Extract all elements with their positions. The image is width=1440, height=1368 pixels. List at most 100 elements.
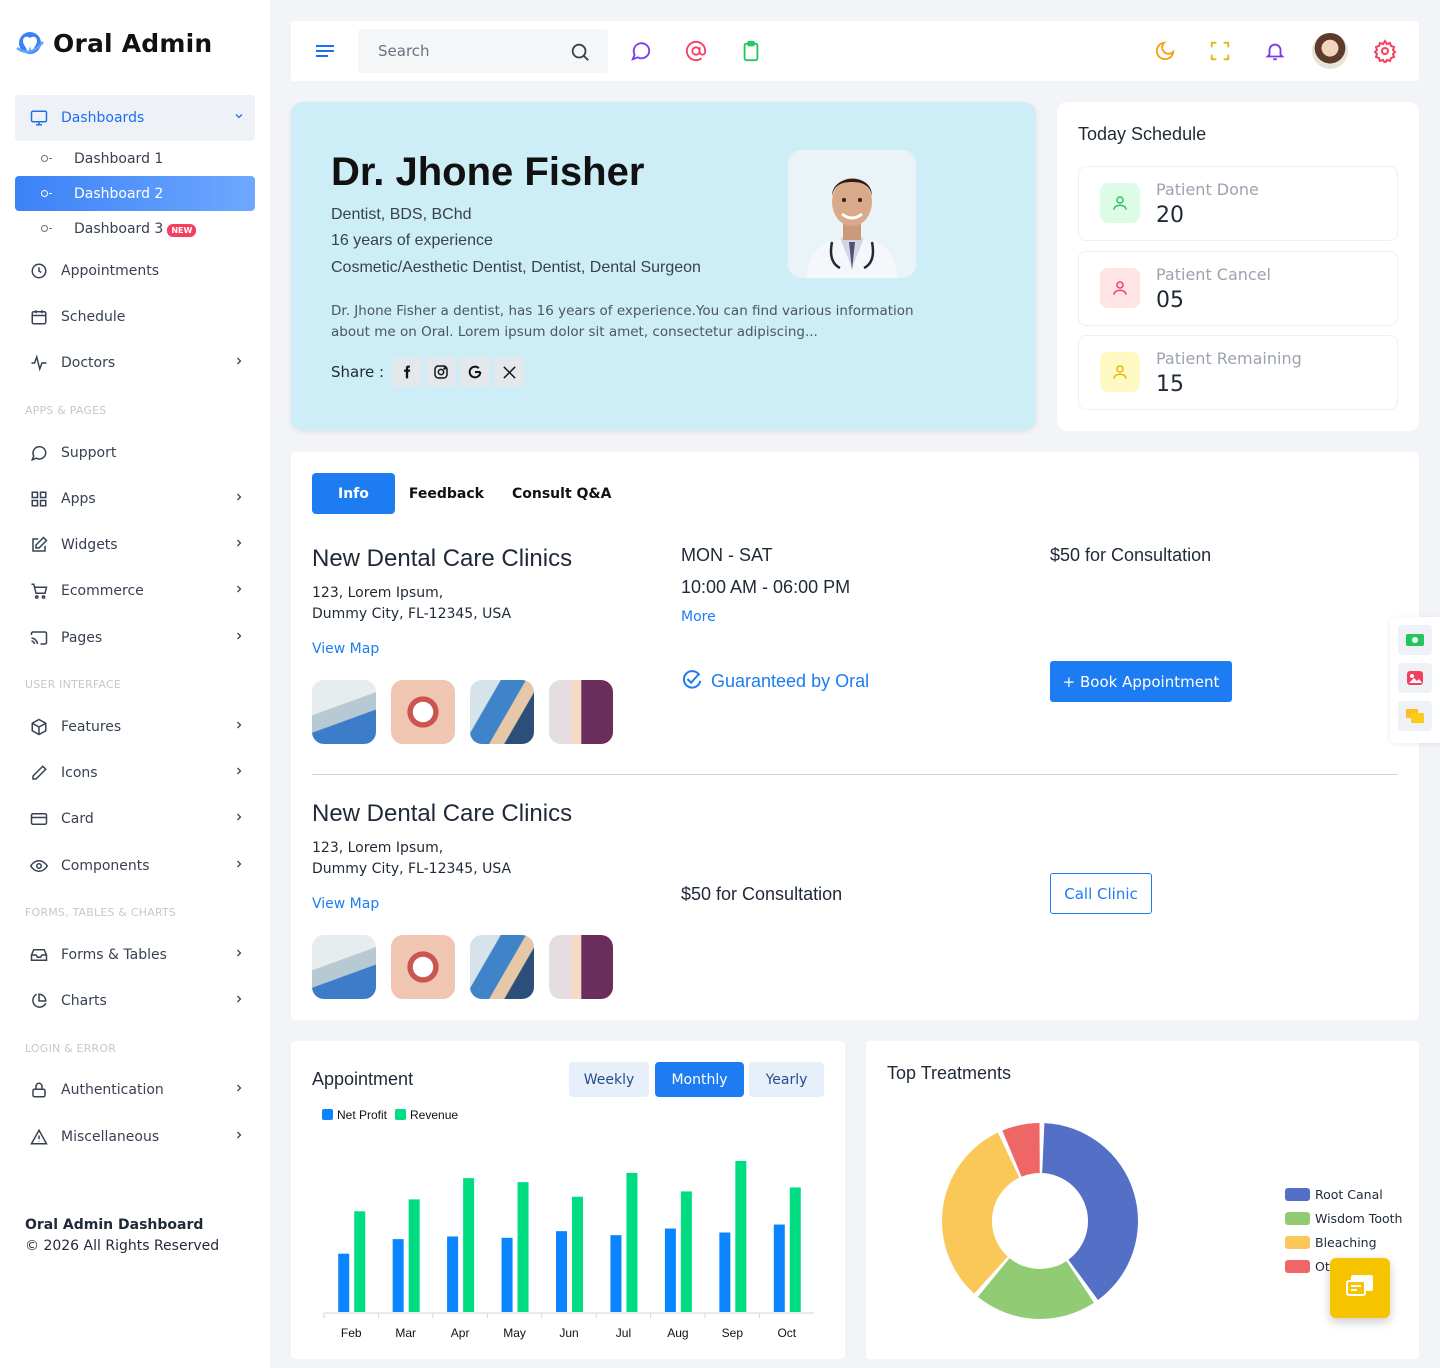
bar-revenue-jun[interactable] bbox=[572, 1196, 583, 1312]
tab-consult-qa[interactable]: Consult Q&A bbox=[498, 473, 625, 514]
user-avatar[interactable] bbox=[1312, 33, 1348, 69]
chevron-right-icon bbox=[233, 947, 245, 963]
section-label-forms: FORMS, TABLES & CHARTS bbox=[25, 906, 177, 919]
fullscreen-icon[interactable] bbox=[1208, 39, 1232, 63]
bar-net-profit-jun[interactable] bbox=[556, 1231, 567, 1312]
clinic-photo[interactable] bbox=[470, 935, 534, 999]
bar-net-profit-feb[interactable] bbox=[338, 1253, 350, 1312]
bar-revenue-feb[interactable] bbox=[354, 1211, 366, 1312]
user-icon bbox=[1100, 352, 1140, 392]
bar-net-profit-apr[interactable] bbox=[447, 1236, 459, 1312]
period-yearly-button[interactable]: Yearly bbox=[749, 1062, 824, 1097]
sidebar-subitem-dashboard-3[interactable]: Dashboard 3 NEW bbox=[15, 211, 255, 246]
bar-net-profit-oct[interactable] bbox=[773, 1224, 785, 1312]
mention-icon[interactable] bbox=[684, 39, 708, 63]
legend-label: Net Profit bbox=[337, 1108, 388, 1122]
sidebar-item-appointments[interactable]: Appointments bbox=[15, 248, 255, 294]
legend-item[interactable]: Revenue bbox=[395, 1108, 458, 1122]
sidebar-item-forms-tables[interactable]: Forms & Tables bbox=[15, 932, 255, 978]
sidebar-subitem-dashboard-1[interactable]: Dashboard 1 bbox=[15, 141, 255, 176]
clinic-address-line1: 123, Lorem Ipsum, bbox=[312, 840, 444, 856]
sidebar-item-schedule[interactable]: Schedule bbox=[15, 294, 255, 340]
bar-net-profit-jul[interactable] bbox=[610, 1235, 622, 1312]
lock-icon bbox=[29, 1080, 49, 1100]
search-icon[interactable] bbox=[569, 41, 591, 68]
clinic-photo[interactable] bbox=[312, 935, 376, 999]
bar-net-profit-may[interactable] bbox=[501, 1237, 513, 1312]
x-tick-label: Feb bbox=[341, 1326, 362, 1340]
message-circle-icon bbox=[29, 443, 49, 463]
search-input[interactable] bbox=[358, 29, 548, 73]
clinic-photo[interactable] bbox=[391, 680, 455, 744]
x-tick-label: Oct bbox=[777, 1326, 796, 1340]
messages-icon[interactable] bbox=[1398, 701, 1432, 731]
cash-icon[interactable] bbox=[1398, 625, 1432, 655]
instagram-icon[interactable] bbox=[426, 357, 457, 387]
sidebar-item-dashboards[interactable]: Dashboards bbox=[15, 95, 255, 141]
legend-item[interactable]: Bleaching bbox=[1285, 1230, 1402, 1254]
sidebar-item-apps[interactable]: Apps bbox=[15, 476, 255, 522]
gear-icon[interactable] bbox=[1373, 39, 1397, 63]
bar-revenue-may[interactable] bbox=[517, 1182, 529, 1312]
sidebar-item-ecommerce[interactable]: Ecommerce bbox=[15, 568, 255, 614]
bar-revenue-jul[interactable] bbox=[626, 1172, 638, 1312]
clipboard-icon[interactable] bbox=[739, 39, 763, 63]
chat-icon[interactable] bbox=[629, 39, 653, 63]
bar-net-profit-sep[interactable] bbox=[719, 1232, 731, 1313]
dot-icon bbox=[41, 225, 52, 232]
sidebar-item-miscellaneous[interactable]: Miscellaneous bbox=[15, 1114, 255, 1160]
bar-revenue-aug[interactable] bbox=[680, 1191, 692, 1312]
period-weekly-button[interactable]: Weekly bbox=[569, 1062, 649, 1097]
clinic-photo[interactable] bbox=[549, 680, 613, 744]
more-link[interactable]: More bbox=[681, 609, 716, 625]
moon-icon[interactable] bbox=[1153, 39, 1177, 63]
clinic-photo[interactable] bbox=[312, 680, 376, 744]
sidebar-item-icons[interactable]: Icons bbox=[15, 750, 255, 796]
sidebar-item-support[interactable]: Support bbox=[15, 430, 255, 476]
period-monthly-button[interactable]: Monthly bbox=[655, 1062, 744, 1097]
app-logo[interactable]: Oral Admin bbox=[15, 28, 212, 58]
sidebar-item-pages[interactable]: Pages bbox=[15, 615, 255, 661]
tab-info[interactable]: Info bbox=[312, 473, 395, 514]
book-appointment-button[interactable]: + Book Appointment bbox=[1050, 661, 1232, 702]
sidebar-item-card[interactable]: Card bbox=[15, 796, 255, 842]
bell-icon[interactable] bbox=[1263, 39, 1287, 63]
topbar bbox=[291, 21, 1419, 81]
image-icon[interactable] bbox=[1398, 663, 1432, 693]
tab-feedback[interactable]: Feedback bbox=[395, 473, 498, 514]
sidebar-item-label: Apps bbox=[61, 491, 96, 507]
sidebar-item-components[interactable]: Components bbox=[15, 843, 255, 889]
view-map-link[interactable]: View Map bbox=[312, 896, 379, 912]
view-map-link[interactable]: View Map bbox=[312, 641, 379, 657]
sidebar-subitem-dashboard-2[interactable]: Dashboard 2 bbox=[15, 176, 255, 211]
clinic-photo[interactable] bbox=[549, 935, 613, 999]
bar-net-profit-mar[interactable] bbox=[392, 1239, 404, 1312]
menu-toggle-icon[interactable] bbox=[313, 39, 337, 63]
chat-fab-button[interactable] bbox=[1330, 1258, 1390, 1318]
legend-item[interactable]: Root Canal bbox=[1285, 1182, 1402, 1206]
sidebar-item-features[interactable]: Features bbox=[15, 704, 255, 750]
sidebar-item-charts[interactable]: Charts bbox=[15, 978, 255, 1024]
bar-revenue-oct[interactable] bbox=[789, 1187, 801, 1312]
today-schedule-card: Today Schedule Patient Done 20 Patient C… bbox=[1057, 102, 1419, 431]
legend-item[interactable]: Net Profit bbox=[322, 1108, 387, 1122]
legend-item[interactable]: Wisdom Tooth bbox=[1285, 1206, 1402, 1230]
legend-label: Revenue bbox=[410, 1108, 459, 1122]
bar-revenue-mar[interactable] bbox=[408, 1199, 420, 1312]
sidebar-item-authentication[interactable]: Authentication bbox=[15, 1067, 255, 1113]
google-icon[interactable] bbox=[460, 357, 491, 387]
sidebar-item-widgets[interactable]: Widgets bbox=[15, 522, 255, 568]
facebook-icon[interactable] bbox=[392, 357, 423, 387]
bar-revenue-apr[interactable] bbox=[463, 1178, 475, 1312]
chevron-right-icon bbox=[233, 765, 245, 781]
sidebar-subitem-label: Dashboard 3 bbox=[74, 220, 164, 237]
clinic-tabs: Info Feedback Consult Q&A bbox=[312, 473, 625, 514]
clinic-photo[interactable] bbox=[391, 935, 455, 999]
clinic-photo[interactable] bbox=[470, 680, 534, 744]
bar-net-profit-aug[interactable] bbox=[664, 1228, 676, 1312]
bar-revenue-sep[interactable] bbox=[735, 1160, 747, 1312]
chevron-right-icon bbox=[233, 537, 245, 553]
x-twitter-icon[interactable] bbox=[494, 357, 525, 387]
sidebar-item-doctors[interactable]: Doctors bbox=[15, 340, 255, 386]
call-clinic-button[interactable]: Call Clinic bbox=[1050, 873, 1152, 914]
